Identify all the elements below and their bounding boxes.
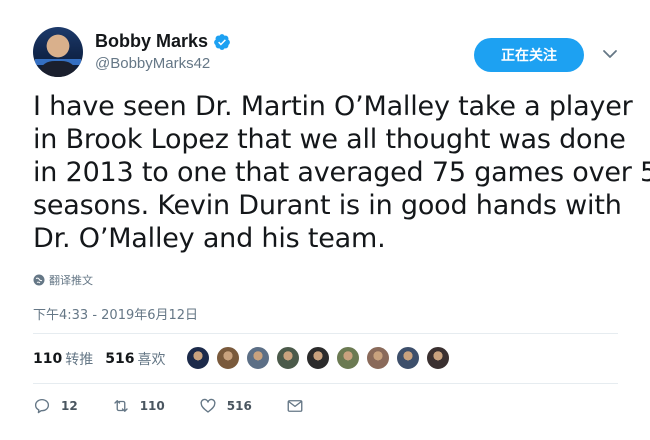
reply-icon bbox=[34, 398, 50, 414]
user-name[interactable]: Bobby Marks bbox=[95, 31, 208, 52]
tweet-line: Dr. O’Malley and his team. bbox=[33, 223, 386, 254]
tweet-text: I have seen Dr. Martin O’Malley take a p… bbox=[33, 90, 650, 255]
tweet-actions: 12 110 516 bbox=[33, 397, 304, 415]
reply-count: 12 bbox=[61, 399, 78, 413]
liker-avatar[interactable] bbox=[276, 346, 300, 370]
translate-label: 翻译推文 bbox=[49, 274, 93, 287]
globe-icon bbox=[33, 274, 45, 286]
retweets-label[interactable]: 转推 bbox=[65, 349, 93, 369]
like-count: 516 bbox=[226, 399, 252, 413]
direct-message-action[interactable] bbox=[286, 397, 304, 415]
divider bbox=[33, 383, 618, 384]
avatar-suit bbox=[41, 61, 75, 77]
tweet-line: I have seen Dr. Martin O’Malley take a p… bbox=[33, 91, 633, 122]
liker-avatar[interactable] bbox=[366, 346, 390, 370]
heart-icon bbox=[200, 398, 216, 413]
reply-action[interactable]: 12 bbox=[33, 397, 78, 415]
chevron-down-icon[interactable] bbox=[602, 46, 618, 62]
liker-avatar[interactable] bbox=[246, 346, 270, 370]
divider bbox=[33, 333, 618, 334]
verified-badge-icon bbox=[214, 33, 230, 50]
translate-tweet-link[interactable]: 翻译推文 bbox=[33, 272, 93, 288]
likers-avatars bbox=[186, 346, 456, 370]
liker-avatar[interactable] bbox=[216, 346, 240, 370]
liker-avatar[interactable] bbox=[306, 346, 330, 370]
tweet-line: seasons. Kevin Durant is in good hands w… bbox=[33, 190, 622, 221]
following-button[interactable]: 正在关注 bbox=[474, 38, 584, 72]
retweet-action[interactable]: 110 bbox=[112, 397, 165, 415]
liker-avatar[interactable] bbox=[336, 346, 360, 370]
liker-avatar[interactable] bbox=[396, 346, 420, 370]
liker-avatar[interactable] bbox=[426, 346, 450, 370]
retweet-icon bbox=[114, 400, 128, 412]
likes-count[interactable]: 516 bbox=[105, 351, 134, 367]
like-action[interactable]: 516 bbox=[199, 397, 252, 415]
tweet-line: in Brook Lopez that we all thought was d… bbox=[33, 124, 626, 155]
avatar[interactable] bbox=[33, 27, 83, 77]
liker-avatar[interactable] bbox=[186, 346, 210, 370]
likes-label[interactable]: 喜欢 bbox=[137, 349, 165, 369]
user-name-row: Bobby Marks bbox=[95, 31, 231, 52]
retweet-count: 110 bbox=[139, 399, 165, 413]
user-handle[interactable]: @BobbyMarks42 bbox=[95, 55, 210, 72]
tweet-line: in 2013 to one that averaged 75 games ov… bbox=[33, 157, 650, 188]
retweets-count[interactable]: 110 bbox=[33, 351, 62, 367]
tweet-timestamp[interactable]: 下午4:33 - 2019年6月12日 bbox=[33, 304, 198, 323]
envelope-icon bbox=[287, 400, 303, 412]
tweet-stats: 110 转推 516 喜欢 bbox=[33, 349, 177, 369]
